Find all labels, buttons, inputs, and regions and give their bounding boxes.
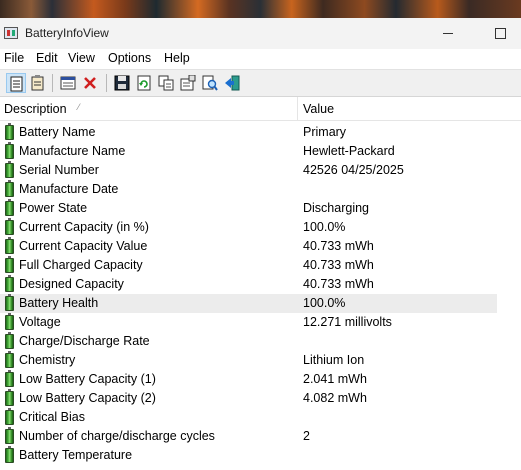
battery-icon [5, 427, 14, 444]
list-item[interactable]: Current Capacity (in %) 100.0% [0, 218, 497, 237]
item-value: 100.0% [303, 220, 346, 234]
item-value: 100.0% [303, 296, 346, 310]
properties-icon[interactable] [178, 73, 198, 93]
menu-help[interactable]: Help [164, 51, 190, 65]
item-description: Number of charge/discharge cycles [19, 429, 215, 443]
refresh-icon[interactable] [134, 73, 154, 93]
item-description: Designed Capacity [19, 277, 124, 291]
copy-icon[interactable] [156, 73, 176, 93]
battery-icon [5, 389, 14, 406]
item-description: Low Battery Capacity (2) [19, 391, 156, 405]
battery-icon [5, 199, 14, 216]
list-item[interactable]: Full Charged Capacity 40.733 mWh [0, 256, 497, 275]
battery-icon [5, 351, 14, 368]
battery-icon [5, 256, 14, 273]
list-item[interactable]: Battery Temperature [0, 446, 497, 465]
item-value: 40.733 mWh [303, 277, 374, 291]
item-description: Critical Bias [19, 410, 85, 424]
title-bar[interactable]: BatteryInfoView [0, 18, 521, 49]
maximize-button[interactable] [475, 18, 521, 49]
list-item[interactable]: Manufacture Name Hewlett-Packard [0, 142, 497, 161]
item-value: 2.041 mWh [303, 372, 367, 386]
delete-icon[interactable] [80, 73, 100, 93]
item-description: Chemistry [19, 353, 76, 367]
battery-icon [5, 332, 14, 349]
battery-icon [5, 275, 14, 292]
list-item[interactable]: Charge/Discharge Rate [0, 332, 497, 351]
toolbar-separator [52, 74, 53, 92]
item-description: Low Battery Capacity (1) [19, 372, 156, 386]
list-header: Description ⁄ Value [0, 97, 521, 121]
menu-options[interactable]: Options [108, 51, 151, 65]
battery-icon [5, 180, 14, 197]
list-item[interactable]: Low Battery Capacity (1) 2.041 mWh [0, 370, 497, 389]
item-value: Hewlett-Packard [303, 144, 395, 158]
item-description: Manufacture Date [19, 182, 119, 196]
list-item[interactable]: Voltage 12.271 millivolts [0, 313, 497, 332]
item-description: Battery Health [19, 296, 99, 310]
list-item[interactable]: Serial Number 42526 04/25/2025 [0, 161, 497, 180]
item-value: 12.271 millivolts [303, 315, 392, 329]
battery-icon [5, 161, 14, 178]
properties-window-icon[interactable] [58, 73, 78, 93]
item-description: Current Capacity (in %) [19, 220, 149, 234]
list-item[interactable]: Battery Name Primary [0, 123, 497, 142]
save-icon[interactable] [112, 73, 132, 93]
menu-bar: File Edit View Options Help [0, 49, 521, 69]
list-item[interactable]: Battery Health 100.0% [0, 294, 497, 313]
battery-icon [5, 142, 14, 159]
battery-icon [5, 237, 14, 254]
list-item[interactable]: Number of charge/discharge cycles 2 [0, 427, 497, 446]
battery-info-list: Battery Name Primary Manufacture Name Hewle… [0, 121, 521, 470]
column-header-description[interactable]: Description [4, 102, 67, 116]
app-icon [4, 27, 18, 39]
item-value: 4.082 mWh [303, 391, 367, 405]
battery-icon [5, 313, 14, 330]
item-value: 2 [303, 429, 310, 443]
item-description: Battery Name [19, 125, 96, 139]
log-mode-icon[interactable] [28, 73, 48, 93]
list-item[interactable]: Chemistry Lithium Ion [0, 351, 497, 370]
item-value: 42526 04/25/2025 [303, 163, 404, 177]
sort-ascending-icon: ⁄ [78, 102, 80, 112]
window-title: BatteryInfoView [25, 26, 109, 40]
toolbar [0, 69, 521, 97]
item-description: Serial Number [19, 163, 99, 177]
find-icon[interactable] [200, 73, 220, 93]
item-value: Primary [303, 125, 347, 139]
column-divider[interactable] [297, 97, 298, 121]
item-value: 40.733 mWh [303, 239, 374, 253]
desktop-background [0, 0, 521, 18]
item-description: Charge/Discharge Rate [19, 334, 150, 348]
list-item[interactable]: Designed Capacity 40.733 mWh [0, 275, 497, 294]
menu-view[interactable]: View [68, 51, 95, 65]
exit-icon[interactable] [222, 73, 242, 93]
column-header-value[interactable]: Value [303, 102, 334, 116]
list-item[interactable]: Low Battery Capacity (2) 4.082 mWh [0, 389, 497, 408]
list-item[interactable]: Current Capacity Value 40.733 mWh [0, 237, 497, 256]
item-description: Power State [19, 201, 88, 215]
battery-icon [5, 123, 14, 140]
minimize-button[interactable] [425, 18, 471, 49]
item-description: Manufacture Name [19, 144, 126, 158]
item-description: Battery Temperature [19, 448, 133, 462]
menu-file[interactable]: File [4, 51, 24, 65]
list-item[interactable]: Power State Discharging [0, 199, 497, 218]
item-value: Discharging [303, 201, 370, 215]
battery-icon [5, 294, 14, 311]
item-value: 40.733 mWh [303, 258, 374, 272]
list-item[interactable]: Critical Bias [0, 408, 497, 427]
toolbar-separator [106, 74, 107, 92]
item-value: Lithium Ion [303, 353, 365, 367]
list-item[interactable]: Manufacture Date [0, 180, 497, 199]
item-description: Full Charged Capacity [19, 258, 143, 272]
battery-icon [5, 370, 14, 387]
battery-icon [5, 408, 14, 425]
battery-info-mode-icon[interactable] [6, 73, 26, 93]
menu-edit[interactable]: Edit [36, 51, 58, 65]
battery-icon [5, 446, 14, 463]
battery-icon [5, 218, 14, 235]
item-description: Current Capacity Value [19, 239, 148, 253]
item-description: Voltage [19, 315, 61, 329]
